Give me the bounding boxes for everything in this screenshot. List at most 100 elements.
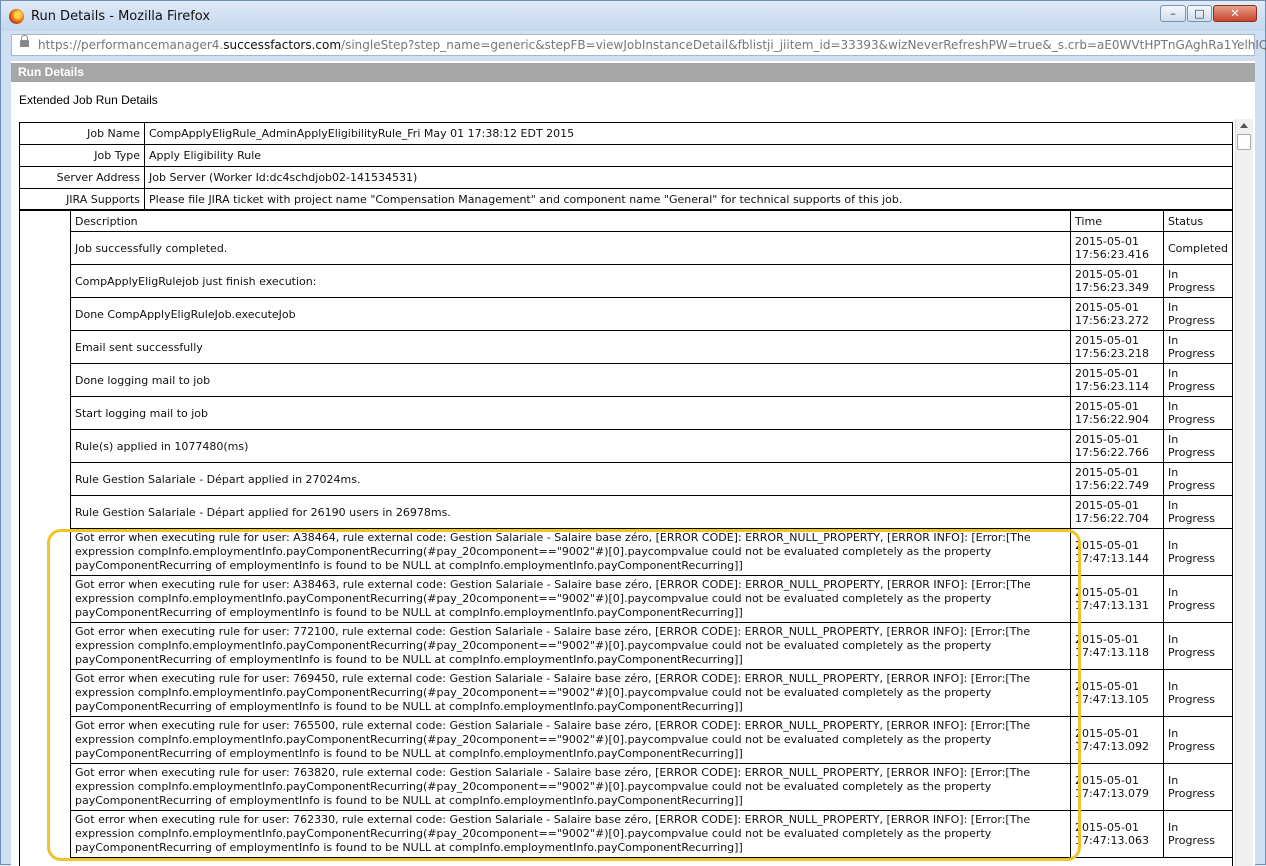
log-date: 2015-05-01 (1075, 334, 1139, 347)
log-date: 2015-05-01 (1075, 680, 1139, 693)
job-info-value: Please file JIRA ticket with project nam… (144, 188, 1233, 211)
log-time: 2015-05-01 17:56:22.904 (1070, 396, 1164, 430)
table-row: Got error when executing rule for user: … (69, 716, 1233, 764)
log-timestamp: 17:47:13.118 (1075, 646, 1149, 659)
job-info-row: Server Address Job Server (Worker Id:dc4s… (19, 166, 1233, 189)
page-content: Run Details Extended Job Run Details Job… (11, 61, 1255, 866)
log-status: In Progress (1163, 462, 1233, 496)
scrollbar-thumb[interactable] (1237, 134, 1251, 150)
table-row: CompApplyEligRulejob just finish executi… (69, 264, 1233, 298)
url-text[interactable]: https://performancemanager4.successfacto… (38, 38, 1266, 52)
log-description: Rule Gestion Salariale - Départ applied … (69, 495, 1072, 529)
log-description: Rule Gestion Salariale - Départ applied … (69, 462, 1072, 496)
log-description: Got error when executing rule for user: … (69, 528, 1072, 576)
job-info-label: Server Address (19, 166, 145, 189)
log-time: 2015-05-01 17:56:22.749 (1070, 462, 1164, 496)
log-timestamp: 17:56:22.704 (1075, 512, 1149, 525)
log-status: In Progress (1163, 528, 1233, 576)
job-info-row: Job Type Apply Eligibility Rule (19, 144, 1233, 167)
vertical-scrollbar[interactable] (1235, 119, 1253, 866)
log-status: In Progress (1163, 396, 1233, 430)
job-info-value: Apply Eligibility Rule (144, 144, 1233, 167)
log-date: 2015-05-01 (1075, 586, 1139, 599)
status-column-header: Status (1163, 210, 1233, 232)
log-timestamp: 17:47:13.131 (1075, 599, 1149, 612)
job-info-label: Job Type (19, 144, 145, 167)
page-header-bar: Run Details (11, 63, 1255, 82)
log-description: Got error when executing rule for user: … (69, 810, 1072, 858)
title-bar: Run Details - Mozilla Firefox – □ ✕ (1, 1, 1265, 31)
log-description: Got error when executing rule for user: … (69, 669, 1072, 717)
log-description: Done CompApplyEligRuleJob.executeJob (69, 297, 1072, 331)
job-info-label: Job Name (19, 122, 145, 145)
log-timestamp: 17:47:13.144 (1075, 552, 1149, 565)
table-row: Done CompApplyEligRuleJob.executeJob 2015… (69, 297, 1233, 331)
job-info-row: Job Name CompApplyEligRule_AdminApplyElig… (19, 122, 1233, 145)
log-time: 2015-05-01 17:47:13.079 (1070, 763, 1164, 811)
log-timestamp: 17:56:22.749 (1075, 479, 1149, 492)
log-status: Completed (1163, 231, 1233, 265)
log-description: CompApplyEligRulejob just finish executi… (69, 264, 1072, 298)
minimize-button[interactable]: – (1160, 5, 1186, 22)
log-description: Done logging mail to job (69, 363, 1072, 397)
log-date: 2015-05-01 (1075, 367, 1139, 380)
log-time: 2015-05-01 17:56:23.416 (1070, 231, 1164, 265)
log-status: In Progress (1163, 264, 1233, 298)
log-status: In Progress (1163, 297, 1233, 331)
scroll-up-arrow-icon[interactable] (1240, 123, 1248, 128)
log-description: Rule(s) applied in 1077480(ms) (69, 429, 1072, 463)
table-row: Start logging mail to job 2015-05-01 17:56… (69, 396, 1233, 430)
log-timestamp: 17:56:23.218 (1075, 347, 1149, 360)
log-timestamp: 17:56:23.349 (1075, 281, 1149, 294)
table-row: Done logging mail to job 2015-05-01 17:56:… (69, 363, 1233, 397)
log-description: Start logging mail to job (69, 396, 1072, 430)
log-time: 2015-05-01 17:47:13.131 (1070, 575, 1164, 623)
table-row: Got error when executing rule for user: … (69, 763, 1233, 811)
log-status: In Progress (1163, 429, 1233, 463)
address-bar[interactable]: https://performancemanager4.successfacto… (11, 34, 1266, 56)
log-timestamp: 17:47:13.092 (1075, 740, 1149, 753)
log-timestamp: 17:47:13.079 (1075, 787, 1149, 800)
log-status: In Progress (1163, 330, 1233, 364)
table-row: Rule(s) applied in 1077480(ms) 2015-05-01… (69, 429, 1233, 463)
log-time: 2015-05-01 17:47:13.092 (1070, 716, 1164, 764)
log-timestamp: 17:56:22.766 (1075, 446, 1149, 459)
job-info-value: CompApplyEligRule_AdminApplyEligibilityR… (144, 122, 1233, 145)
log-description: Got error when executing rule for user: … (69, 575, 1072, 623)
log-status: In Progress (1163, 810, 1233, 858)
log-table-container: Description Time Status Job successfully… (19, 209, 1233, 866)
close-button[interactable]: ✕ (1213, 5, 1257, 22)
log-time: 2015-05-01 17:56:23.218 (1070, 330, 1164, 364)
log-timestamp: 17:56:23.272 (1075, 314, 1149, 327)
log-time: 2015-05-01 17:56:23.114 (1070, 363, 1164, 397)
table-row: Got error when executing rule for user: … (69, 528, 1233, 576)
log-timestamp: 17:56:23.114 (1075, 380, 1149, 393)
log-status: In Progress (1163, 495, 1233, 529)
table-row: Rule Gestion Salariale - Départ applied … (69, 462, 1233, 496)
maximize-button[interactable]: □ (1187, 5, 1212, 22)
table-row: Email sent successfully 2015-05-01 17:56:2… (69, 330, 1233, 364)
log-timestamp: 17:56:22.904 (1075, 413, 1149, 426)
log-date: 2015-05-01 (1075, 539, 1139, 552)
log-date: 2015-05-01 (1075, 774, 1139, 787)
log-date: 2015-05-01 (1075, 499, 1139, 512)
table-row: Got error when executing rule for user: … (69, 575, 1233, 623)
log-status: In Progress (1163, 763, 1233, 811)
log-date: 2015-05-01 (1075, 400, 1139, 413)
log-status: In Progress (1163, 622, 1233, 670)
job-info-row: JIRA Supports Please file JIRA ticket wit… (19, 188, 1233, 211)
table-row: Got error when executing rule for user: … (69, 669, 1233, 717)
job-info-value: Job Server (Worker Id:dc4schdjob02-14153… (144, 166, 1233, 189)
table-row: Rule Gestion Salariale - Départ applied … (69, 495, 1233, 529)
log-date: 2015-05-01 (1075, 466, 1139, 479)
log-date: 2015-05-01 (1075, 301, 1139, 314)
log-date: 2015-05-01 (1075, 727, 1139, 740)
log-time: 2015-05-01 17:56:22.704 (1070, 495, 1164, 529)
log-date: 2015-05-01 (1075, 235, 1139, 248)
log-time: 2015-05-01 17:47:13.118 (1070, 622, 1164, 670)
log-date: 2015-05-01 (1075, 633, 1139, 646)
log-timestamp: 17:47:13.063 (1075, 834, 1149, 847)
window-title: Run Details - Mozilla Firefox (31, 9, 211, 24)
table-row: Got error when executing rule for user: … (69, 810, 1233, 858)
log-description: Got error when executing rule for user: … (69, 716, 1072, 764)
